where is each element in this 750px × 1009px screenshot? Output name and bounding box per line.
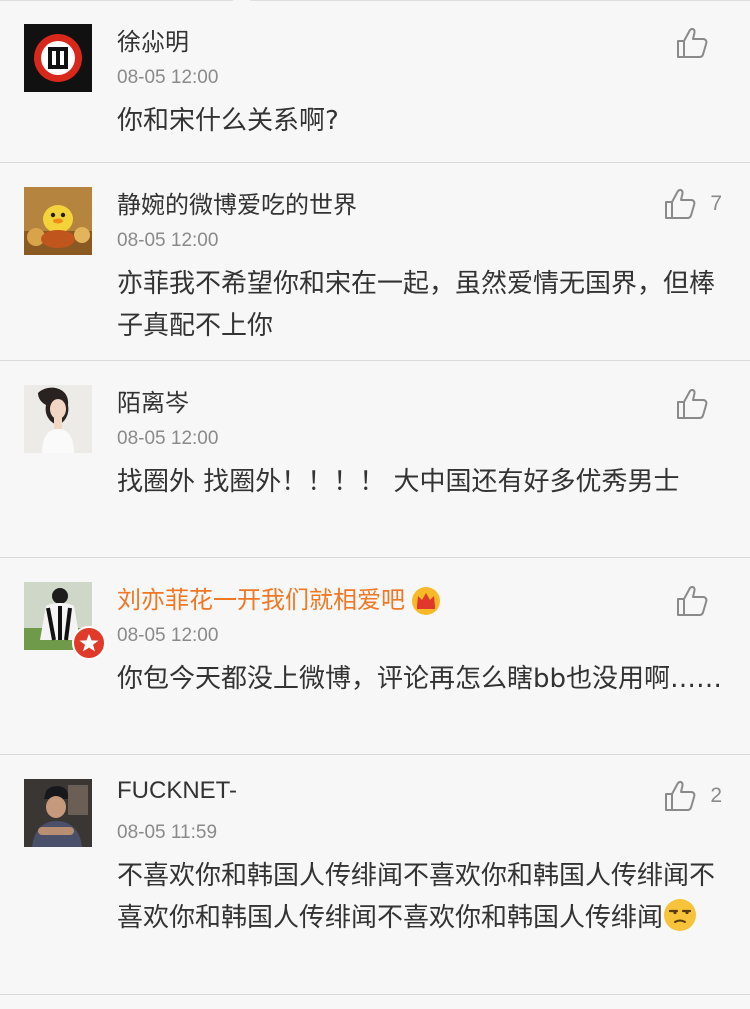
thumbs-up-icon (677, 388, 708, 419)
verified-badge-icon (72, 626, 106, 660)
like-button[interactable] (676, 584, 722, 618)
username[interactable]: 徐尛明 (117, 22, 189, 57)
avatar[interactable] (24, 385, 92, 453)
username-vip[interactable]: 刘亦菲花一开我们就相爱吧 (117, 580, 441, 616)
unamused-face-icon (664, 899, 697, 931)
comment-item: 陌离岑 08-05 12:00 找圈外 找圈外！！！！ 大中国还有好多优秀男士 (0, 361, 750, 558)
like-count: 2 (710, 784, 722, 807)
like-button[interactable] (676, 26, 722, 60)
comment-item: FUCKNET- 08-05 11:59 不喜欢你和韩国人传绯闻不喜欢你和韩国人… (0, 755, 750, 995)
timestamp: 08-05 12:00 (117, 67, 219, 88)
comment-item: 静婉的微博爱吃的世界 08-05 12:00 亦菲我不希望你和宋在一起，虽然爱情… (0, 163, 750, 361)
username[interactable]: FUCKNET- (117, 777, 237, 805)
like-button[interactable]: 2 (664, 779, 722, 813)
avatar[interactable] (24, 24, 92, 92)
comment-text: 找圈外 找圈外！！！！ 大中国还有好多优秀男士 (117, 467, 680, 497)
timestamp: 08-05 11:59 (117, 822, 218, 843)
comment-text-body: 不喜欢你和韩国人传绯闻不喜欢你和韩国人传绯闻不喜欢你和韩国人传绯闻不喜欢你和韩国… (117, 861, 716, 933)
avatar[interactable] (24, 779, 92, 847)
like-button[interactable] (676, 387, 722, 421)
thumbs-up-icon (665, 188, 696, 219)
comment-text: 亦菲我不希望你和宋在一起，虽然爱情无国界，但棒子真配不上你 (117, 269, 716, 341)
comment-text: 你和宋什么关系啊? (117, 106, 339, 136)
thumbs-up-icon (665, 780, 696, 811)
like-button[interactable]: 7 (664, 187, 722, 221)
comment-text: 你包今天都没上微博，评论再怎么瞎bb也没用啊…… (117, 664, 723, 694)
thumbs-up-icon (677, 27, 708, 58)
timestamp: 08-05 12:00 (117, 230, 219, 251)
comment-text: 不喜欢你和韩国人传绯闻不喜欢你和韩国人传绯闻不喜欢你和韩国人传绯闻不喜欢你和韩国… (117, 855, 726, 939)
thumbs-up-icon (677, 585, 708, 616)
timestamp: 08-05 12:00 (117, 428, 219, 449)
avatar[interactable] (24, 187, 92, 255)
crown-member-icon (412, 587, 440, 615)
timestamp: 08-05 12:00 (117, 625, 219, 646)
comment-item: 徐尛明 08-05 12:00 你和宋什么关系啊? (0, 0, 750, 163)
like-count: 7 (710, 192, 722, 215)
username-text: 刘亦菲花一开我们就相爱吧 (117, 586, 405, 614)
username[interactable]: 陌离岑 (117, 383, 189, 418)
comment-item: 刘亦菲花一开我们就相爱吧 08-05 12:00 你包今天都没上微博，评论再怎么… (0, 558, 750, 755)
username[interactable]: 静婉的微博爱吃的世界 (117, 185, 357, 220)
